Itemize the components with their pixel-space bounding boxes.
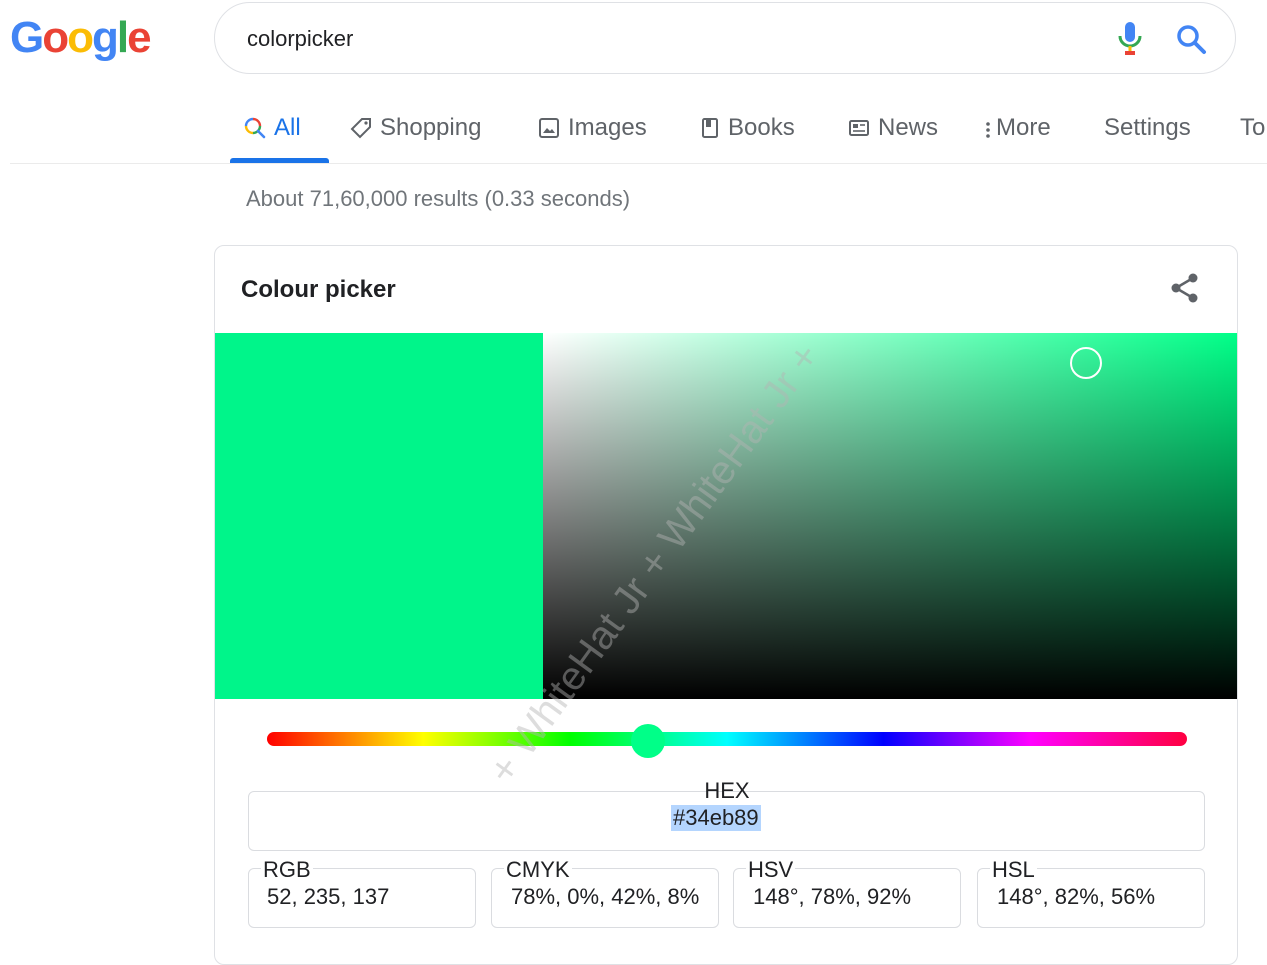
saturation-value-handle[interactable] bbox=[1070, 347, 1102, 379]
search-input[interactable] bbox=[245, 21, 1069, 57]
hue-slider[interactable] bbox=[267, 732, 1187, 746]
result-stats: About 71,60,000 results (0.33 seconds) bbox=[246, 186, 631, 211]
colour-picker-card: Colour picker HEX #34eb89 RGB 52, 235, 1… bbox=[214, 245, 1238, 965]
hue-slider-handle[interactable] bbox=[631, 724, 665, 758]
tab-books-label: Books bbox=[728, 114, 795, 141]
card-title: Colour picker bbox=[241, 276, 396, 303]
tab-all[interactable]: All bbox=[244, 108, 301, 148]
hex-value[interactable]: #34eb89 bbox=[671, 805, 761, 831]
tab-settings-label: Settings bbox=[1104, 114, 1191, 141]
search-box[interactable] bbox=[214, 2, 1236, 74]
more-vert-icon bbox=[986, 122, 990, 138]
logo-letter-o2: o bbox=[67, 13, 94, 62]
book-icon bbox=[702, 118, 718, 138]
hsl-value: 148°, 82%, 56% bbox=[997, 884, 1156, 909]
tab-news-label: News bbox=[878, 114, 939, 141]
magnifier-icon[interactable] bbox=[1175, 23, 1207, 55]
hex-label: HEX bbox=[704, 778, 750, 803]
black-gradient-layer bbox=[543, 333, 1237, 699]
hsv-label: HSV bbox=[746, 857, 796, 882]
cmyk-label: CMYK bbox=[504, 857, 572, 882]
logo-letter-g2: g bbox=[92, 13, 119, 62]
tab-books[interactable]: Books bbox=[700, 108, 795, 148]
rgb-label: RGB bbox=[261, 857, 313, 882]
google-logo[interactable]: Google bbox=[10, 13, 152, 62]
tab-more[interactable]: More bbox=[984, 108, 1051, 148]
image-icon bbox=[539, 118, 559, 138]
tab-images[interactable]: Images bbox=[538, 108, 647, 148]
microphone-icon[interactable] bbox=[1117, 21, 1143, 57]
share-icon[interactable] bbox=[1167, 270, 1203, 306]
tab-images-label: Images bbox=[568, 114, 647, 141]
tab-shopping-label: Shopping bbox=[380, 114, 482, 141]
tab-tools-label: To bbox=[1240, 114, 1266, 141]
tab-news[interactable]: News bbox=[848, 108, 938, 148]
rgb-value: 52, 235, 137 bbox=[267, 884, 390, 909]
saturation-value-area[interactable] bbox=[543, 333, 1237, 699]
tab-more-label: More bbox=[996, 114, 1051, 141]
tab-settings[interactable]: Settings bbox=[1104, 108, 1191, 148]
tab-shopping[interactable]: Shopping bbox=[350, 108, 481, 148]
hsl-label: HSL bbox=[990, 857, 1037, 882]
search-icon bbox=[244, 117, 266, 139]
logo-letter-l: l bbox=[116, 13, 129, 62]
news-icon bbox=[849, 120, 869, 136]
hsv-value: 148°, 78%, 92% bbox=[753, 884, 912, 909]
selected-colour-swatch bbox=[215, 333, 543, 699]
logo-letter-e: e bbox=[127, 13, 152, 62]
logo-letter-o1: o bbox=[42, 13, 69, 62]
cmyk-value: 78%, 0%, 42%, 8% bbox=[511, 884, 700, 909]
tab-all-label: All bbox=[274, 114, 301, 141]
tag-icon bbox=[350, 118, 371, 139]
tabs-divider bbox=[10, 163, 1267, 164]
tab-tools[interactable]: To bbox=[1240, 108, 1265, 148]
logo-letter-g: G bbox=[10, 13, 44, 62]
